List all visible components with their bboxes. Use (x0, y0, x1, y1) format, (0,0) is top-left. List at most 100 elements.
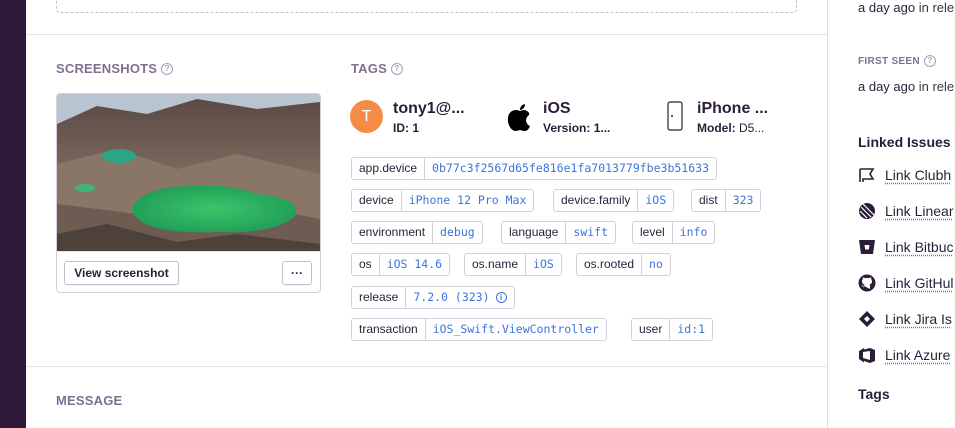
more-options-button[interactable]: ··· (282, 261, 312, 285)
tag-key: dist (692, 190, 726, 211)
user-id-label: ID: (393, 121, 409, 135)
os-title: iOS (543, 100, 571, 117)
sidebar-tags-title: Tags (858, 386, 890, 402)
first-seen-title: FIRST SEEN (858, 55, 920, 67)
device-title: iPhone ... (697, 100, 769, 117)
first-seen-label: FIRST SEEN ? (858, 55, 936, 67)
tag-value[interactable]: iOS (526, 254, 561, 275)
screenshot-footer: View screenshot ··· (57, 251, 320, 292)
tag-value[interactable]: iOS_Swift.ViewController (426, 319, 606, 340)
first-seen-value: a day ago in rele (858, 79, 954, 94)
tag-value[interactable]: info (673, 222, 715, 243)
device-model-value: D5... (739, 121, 765, 135)
first-seen-time[interactable]: a day ago (858, 79, 915, 94)
message-heading: MESSAGE (56, 393, 122, 408)
tag-app-device[interactable]: app.device 0b77c3f2567d65fe816e1fa701377… (351, 157, 717, 180)
tag-key: device.family (554, 190, 639, 211)
link-clubhouse[interactable]: Link Clubh (858, 166, 951, 184)
tag-key: os.name (465, 254, 527, 275)
last-seen-value: a day ago in rele (858, 0, 954, 15)
question-icon[interactable]: ? (390, 62, 403, 75)
clubhouse-icon (859, 168, 875, 182)
tag-key: release (352, 287, 407, 308)
linear-icon (859, 203, 875, 219)
tag-value[interactable]: debug (433, 222, 482, 243)
tag-value: 7.2.0 (323) (413, 290, 490, 304)
link-bitbucket[interactable]: Link Bitbuc (858, 238, 953, 256)
tag-value[interactable]: 0b77c3f2567d65fe816e1fa7013779fbe3b51633 (425, 158, 716, 179)
tag-value[interactable]: id:1 (670, 319, 712, 340)
jira-icon (859, 311, 875, 327)
last-seen-release: in rele (918, 0, 955, 15)
tag-key: app.device (352, 158, 426, 179)
tag-user[interactable]: user id:1 (631, 318, 714, 341)
link-azure[interactable]: Link Azure (858, 346, 950, 364)
linked-issues-title: Linked Issues (858, 134, 951, 150)
user-avatar: T (350, 100, 383, 133)
os-version-value: 1... (593, 121, 611, 135)
tag-value[interactable]: 323 (726, 190, 761, 211)
tag-value[interactable]: no (642, 254, 670, 275)
tag-key: user (632, 319, 671, 340)
dropzone-box (56, 0, 797, 13)
link-github[interactable]: Link GitHul (858, 274, 953, 292)
tag-device[interactable]: device iPhone 12 Pro Max (351, 189, 535, 212)
link-label: Link GitHul (885, 275, 954, 291)
section-divider (26, 34, 827, 35)
github-icon (858, 274, 876, 292)
tag-key: device (352, 190, 402, 211)
tag-device-family[interactable]: device.family iOS (553, 189, 675, 212)
tag-dist[interactable]: dist 323 (691, 189, 762, 212)
info-icon[interactable]: i (495, 292, 507, 303)
screenshot-card: View screenshot ··· (56, 93, 321, 293)
link-label: Link Linear (885, 203, 954, 219)
user-id-value: 1 (412, 121, 420, 135)
phone-icon (667, 101, 683, 131)
context-user[interactable]: T tony1@... ID: 1 (350, 100, 480, 135)
link-label: Link Clubh (885, 167, 952, 183)
tag-value[interactable]: iPhone 12 Pro Max (402, 190, 534, 211)
context-device[interactable]: iPhone ... Model: D5... (663, 100, 803, 135)
sidebar: a day ago in rele FIRST SEEN ? a day ago… (828, 0, 955, 428)
tag-value-with-icon[interactable]: 7.2.0 (323) i (406, 287, 513, 308)
section-divider (26, 366, 827, 367)
tag-key: environment (352, 222, 434, 243)
link-linear[interactable]: Link Linear (858, 202, 954, 220)
tags-title: TAGS (351, 61, 387, 76)
last-seen-time[interactable]: a day ago (858, 0, 915, 15)
view-screenshot-button[interactable]: View screenshot (64, 261, 179, 285)
tag-level[interactable]: level info (632, 221, 716, 244)
context-os[interactable]: iOS Version: 1... (507, 100, 627, 135)
tag-language[interactable]: language swift (501, 221, 617, 244)
link-jira[interactable]: Link Jira Is (858, 310, 952, 328)
tag-release[interactable]: release 7.2.0 (323) i (351, 286, 515, 309)
tag-key: transaction (352, 319, 426, 340)
apple-icon (507, 104, 530, 131)
tag-environment[interactable]: environment debug (351, 221, 483, 244)
tag-key: language (502, 222, 567, 243)
message-title: MESSAGE (56, 393, 123, 408)
tag-value[interactable]: iOS 14.6 (380, 254, 449, 275)
tags-heading: TAGS ? (351, 61, 403, 76)
bitbucket-icon (859, 240, 875, 254)
link-label: Link Jira Is (885, 311, 952, 327)
question-icon[interactable]: ? (923, 55, 936, 67)
os-version-label: Version: (543, 121, 591, 135)
tag-os[interactable]: os iOS 14.6 (351, 253, 451, 276)
link-label: Link Azure (885, 347, 951, 363)
link-label: Link Bitbuc (885, 239, 954, 255)
tag-os-name[interactable]: os.name iOS (464, 253, 562, 276)
tag-value[interactable]: iOS (638, 190, 673, 211)
tag-key: level (633, 222, 673, 243)
left-rail (0, 0, 26, 428)
user-title: tony1@... (393, 100, 465, 117)
tag-transaction[interactable]: transaction iOS_Swift.ViewController (351, 318, 607, 341)
screenshots-title: SCREENSHOTS (56, 61, 158, 76)
azure-icon (859, 348, 875, 363)
main-panel: SCREENSHOTS ? View screenshot ··· TAGS ?… (26, 0, 827, 428)
screenshot-image[interactable] (57, 94, 320, 251)
question-icon[interactable]: ? (161, 62, 174, 75)
tag-os-rooted[interactable]: os.rooted no (576, 253, 671, 276)
tag-value[interactable]: swift (566, 222, 615, 243)
tag-key: os (352, 254, 380, 275)
